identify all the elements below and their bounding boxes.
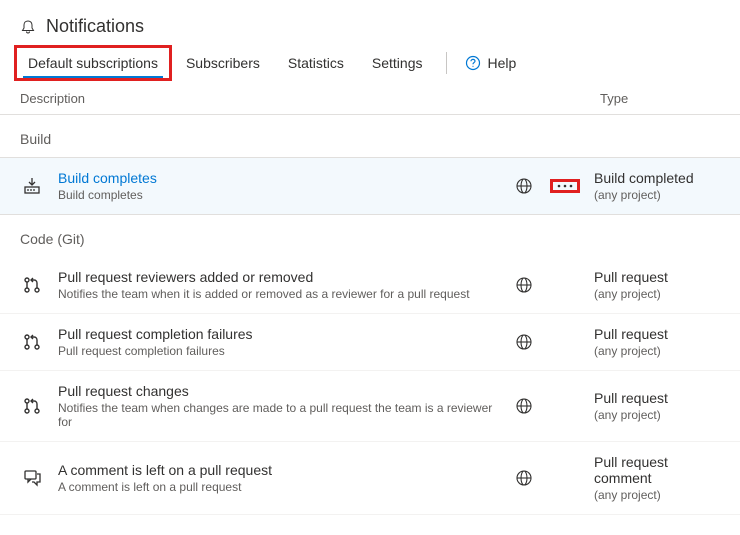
row-subtitle: Notifies the team when changes are made … (58, 401, 498, 429)
type-title: Build completed (594, 170, 720, 186)
globe-icon (512, 333, 536, 351)
row-text: Pull request reviewers added or removed … (58, 269, 498, 301)
row-title: Pull request reviewers added or removed (58, 269, 498, 285)
help-icon (465, 55, 481, 71)
tab-default-subscriptions[interactable]: Default subscriptions (14, 45, 172, 81)
type-subtitle: (any project) (594, 188, 720, 202)
row-type: Pull request comment (any project) (594, 454, 720, 502)
globe-icon (512, 177, 536, 195)
type-subtitle: (any project) (594, 344, 720, 358)
pull-request-icon (20, 396, 44, 416)
type-subtitle: (any project) (594, 408, 720, 422)
table-row[interactable]: Pull request reviewers added or removed … (0, 257, 740, 314)
tab-divider (446, 52, 447, 74)
more-icon (550, 179, 580, 193)
bell-icon (20, 19, 36, 35)
build-icon (20, 176, 44, 196)
column-headers: Description Type (0, 81, 740, 115)
comment-icon (20, 468, 44, 488)
row-type: Pull request (any project) (594, 269, 720, 301)
row-text: Pull request changes Notifies the team w… (58, 383, 498, 429)
row-subtitle: Build completes (58, 188, 498, 202)
tabs-bar: Default subscriptions Subscribers Statis… (0, 45, 740, 81)
type-title: Pull request (594, 326, 720, 342)
tab-label: Settings (372, 55, 423, 71)
row-type: Pull request (any project) (594, 390, 720, 422)
row-title[interactable]: Build completes (58, 170, 498, 186)
tab-label: Statistics (288, 55, 344, 71)
table-row[interactable]: Pull request changes Notifies the team w… (0, 371, 740, 442)
table-row[interactable]: A comment is left on a pull request A co… (0, 442, 740, 515)
row-subtitle: Pull request completion failures (58, 344, 498, 358)
col-type: Type (600, 91, 720, 106)
row-type: Build completed (any project) (594, 170, 720, 202)
type-title: Pull request (594, 269, 720, 285)
row-subtitle: A comment is left on a pull request (58, 480, 498, 494)
page-header: Notifications (0, 0, 740, 45)
type-subtitle: (any project) (594, 287, 720, 301)
globe-icon (512, 276, 536, 294)
tab-label: Subscribers (186, 55, 260, 71)
pull-request-icon (20, 275, 44, 295)
row-text: Build completes Build completes (58, 170, 498, 202)
type-title: Pull request (594, 390, 720, 406)
row-text: A comment is left on a pull request A co… (58, 462, 498, 494)
row-title: Pull request completion failures (58, 326, 498, 342)
globe-icon (512, 397, 536, 415)
tab-statistics[interactable]: Statistics (274, 45, 358, 81)
tab-label: Default subscriptions (28, 55, 158, 71)
col-description: Description (20, 91, 600, 106)
help-label: Help (487, 55, 516, 71)
row-subtitle: Notifies the team when it is added or re… (58, 287, 498, 301)
pull-request-icon (20, 332, 44, 352)
globe-icon (512, 469, 536, 487)
section-title-code-git: Code (Git) (0, 215, 740, 257)
page-title: Notifications (46, 16, 144, 37)
section-title-build: Build (0, 115, 740, 157)
type-title: Pull request comment (594, 454, 720, 486)
table-row[interactable]: Build completes Build completes Build co… (0, 157, 740, 215)
row-type: Pull request (any project) (594, 326, 720, 358)
tab-settings[interactable]: Settings (358, 45, 437, 81)
type-subtitle: (any project) (594, 488, 720, 502)
more-actions-button[interactable] (550, 172, 580, 200)
row-title: A comment is left on a pull request (58, 462, 498, 478)
help-link[interactable]: Help (457, 45, 524, 81)
tab-subscribers[interactable]: Subscribers (172, 45, 274, 81)
row-text: Pull request completion failures Pull re… (58, 326, 498, 358)
table-row[interactable]: Pull request completion failures Pull re… (0, 314, 740, 371)
row-title: Pull request changes (58, 383, 498, 399)
